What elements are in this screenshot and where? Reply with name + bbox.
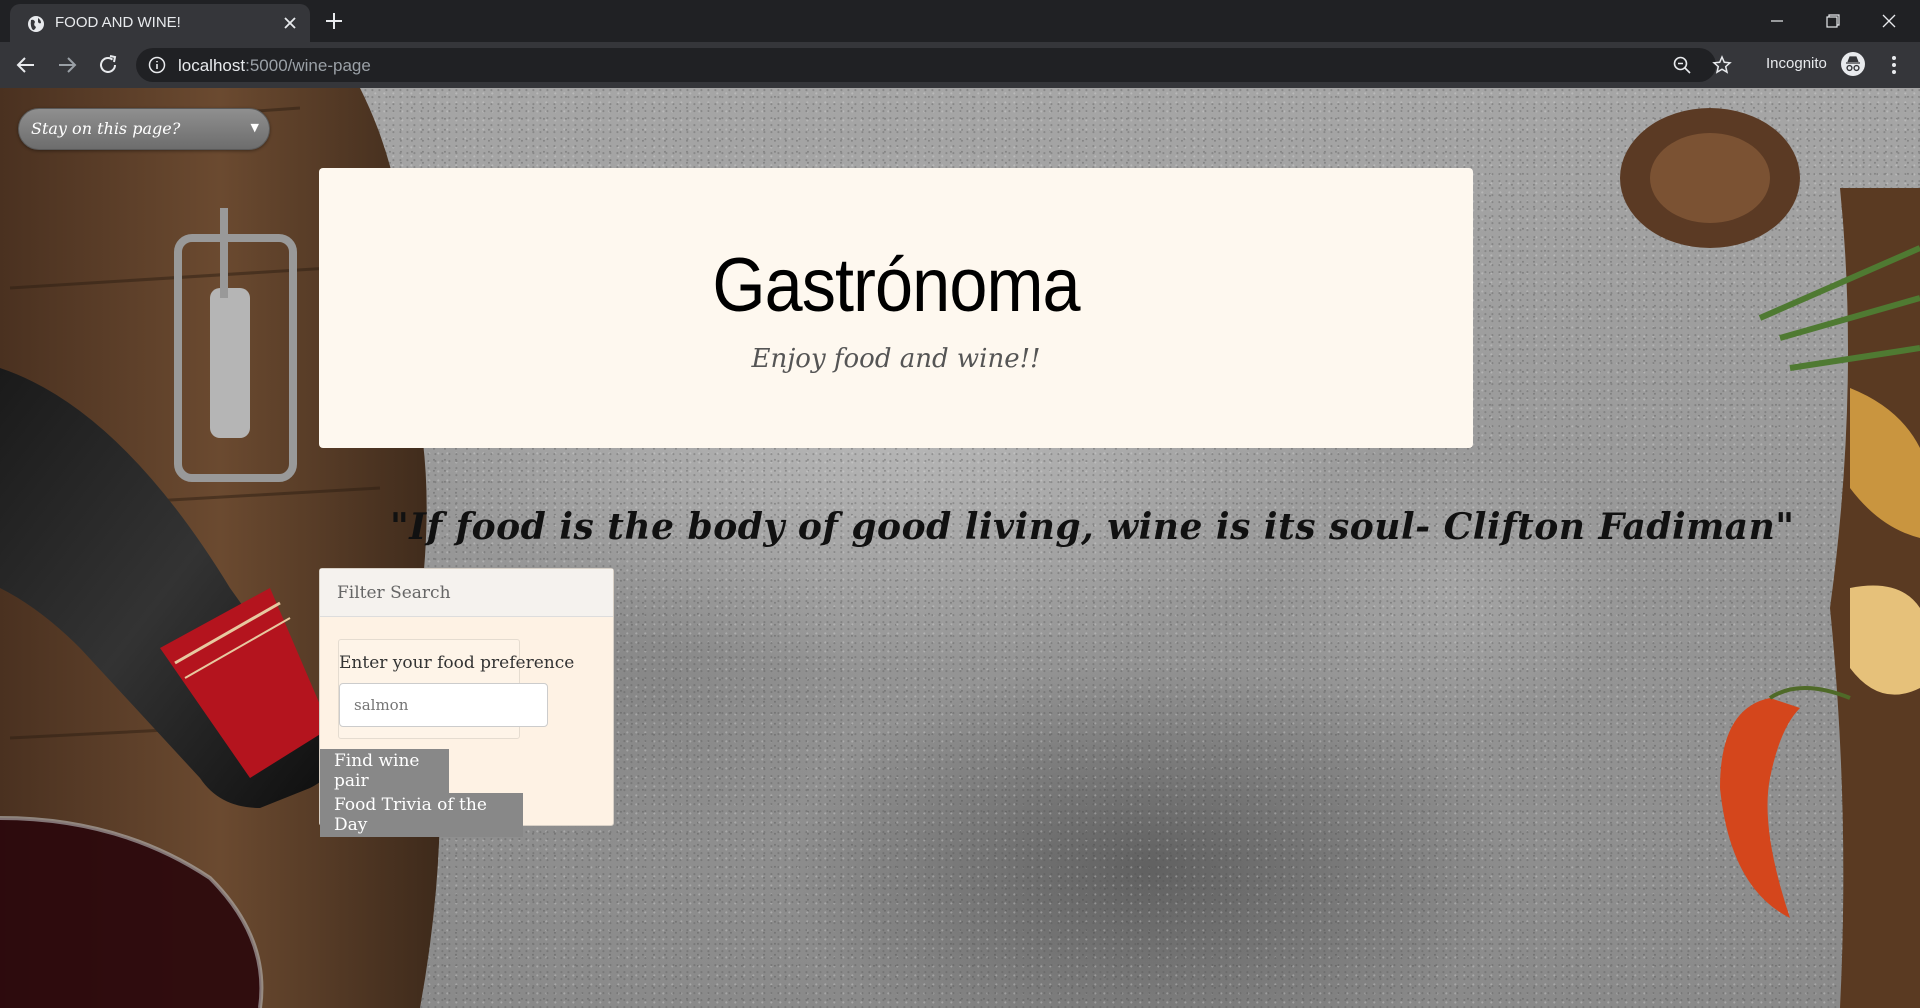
close-window-icon[interactable] — [1876, 8, 1902, 34]
food-preference-label: Enter your food preference — [339, 653, 575, 673]
filter-panel-header: Filter Search — [320, 569, 613, 617]
url-host: localhost — [178, 56, 246, 75]
find-wine-pair-button[interactable]: Find wine pair — [320, 749, 449, 793]
minimize-icon[interactable] — [1764, 8, 1790, 34]
tab-title: FOOD AND WINE! — [55, 14, 181, 31]
page-viewport: Stay on this page? ▼ Gastrónoma Enjoy fo… — [0, 88, 1920, 1008]
tab-strip: FOOD AND WINE! — [0, 0, 1920, 42]
incognito-label: Incognito — [1766, 55, 1827, 72]
filter-header-label: Filter Search — [337, 583, 451, 603]
forward-icon[interactable] — [55, 53, 79, 77]
back-icon[interactable] — [14, 53, 38, 77]
stay-on-page-select[interactable]: Stay on this page? ▼ — [18, 108, 270, 150]
star-icon[interactable] — [1712, 55, 1732, 75]
site-title: Gastrónoma — [712, 243, 1080, 328]
filter-search-panel: Filter Search Enter your food preference… — [319, 568, 614, 837]
stay-select-value: Stay on this page? — [31, 119, 181, 138]
close-icon[interactable] — [280, 13, 300, 33]
zoom-icon[interactable] — [1672, 55, 1692, 75]
globe-icon — [28, 16, 44, 32]
site-subtitle: Enjoy food and wine!! — [751, 344, 1041, 374]
header-card: Gastrónoma Enjoy food and wine!! — [319, 168, 1473, 448]
food-preference-input[interactable] — [339, 683, 548, 727]
caret-down-icon: ▼ — [250, 121, 259, 134]
url-text[interactable]: localhost:5000/wine-page — [178, 56, 371, 76]
quote-text: "If food is the body of good living, win… — [390, 506, 1795, 548]
address-bar[interactable]: localhost:5000/wine-page — [136, 48, 1732, 82]
plus-icon[interactable] — [322, 9, 346, 33]
food-trivia-button[interactable]: Food Trivia of the Day — [320, 793, 523, 837]
browser-toolbar: localhost:5000/wine-page Incognito — [0, 42, 1920, 88]
info-icon[interactable] — [148, 56, 166, 74]
browser-tab[interactable]: FOOD AND WINE! — [10, 4, 310, 42]
incognito-icon[interactable] — [1840, 51, 1866, 77]
url-path: :5000/wine-page — [245, 56, 371, 75]
restore-icon[interactable] — [1820, 8, 1846, 34]
reload-icon[interactable] — [96, 53, 120, 77]
kebab-menu-icon[interactable] — [1882, 53, 1906, 77]
